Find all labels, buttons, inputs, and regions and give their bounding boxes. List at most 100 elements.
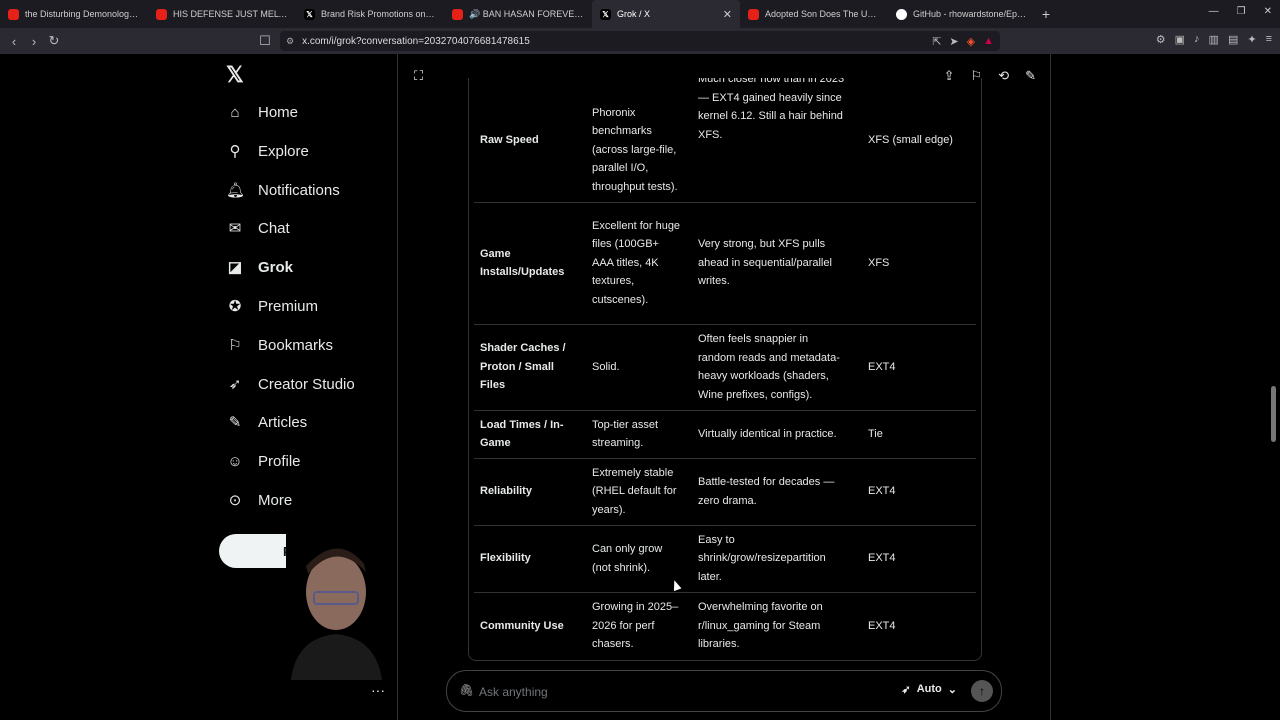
x-logo-icon[interactable]: 𝕏 bbox=[226, 62, 244, 88]
expand-icon[interactable]: ⛶ bbox=[414, 68, 423, 84]
sidebar-item-grok[interactable]: ◪ Grok bbox=[226, 251, 293, 283]
send-icon[interactable]: ➤ bbox=[949, 35, 958, 48]
sidebar-item-home[interactable]: ⌂ Home bbox=[226, 96, 298, 128]
youtube-icon bbox=[156, 8, 167, 20]
row-category: Reliability bbox=[480, 485, 532, 498]
media-icon[interactable]: ♪ bbox=[1194, 33, 1200, 46]
browser-tab[interactable]: Adopted Son Does The Unthink bbox=[740, 0, 888, 28]
window-controls: — ❐ ✕ bbox=[1209, 6, 1272, 17]
browser-tab-bar: the Disturbing Demonology Ice HIS DEFENS… bbox=[0, 0, 1280, 28]
sidebar-item-creator-studio[interactable]: ➶ Creator Studio bbox=[226, 368, 355, 400]
x-logo-icon: 𝕏 bbox=[304, 8, 315, 20]
reload-icon[interactable]: ↻ bbox=[44, 33, 64, 49]
minimize-icon[interactable]: — bbox=[1209, 6, 1219, 17]
ask-composer: 🖇︎ ➶ Auto ⌄ ↑ bbox=[446, 670, 1002, 712]
close-icon[interactable]: ✕ bbox=[723, 8, 732, 21]
table-row: Reliability Extremely stable (RHEL defau… bbox=[474, 458, 976, 526]
row-category: Game Installs/Updates bbox=[480, 247, 565, 279]
row-category: Community Use bbox=[480, 619, 564, 632]
ask-input[interactable] bbox=[477, 682, 861, 702]
maximize-icon[interactable]: ❐ bbox=[1237, 6, 1246, 17]
home-icon: ⌂ bbox=[230, 103, 240, 121]
back-icon[interactable]: ‹ bbox=[4, 34, 24, 49]
sidebar-item-profile[interactable]: ☺ Profile bbox=[226, 445, 300, 477]
row-winner: EXT4 bbox=[868, 552, 896, 565]
brave-shield-icon[interactable]: ◈ bbox=[967, 35, 975, 48]
new-chat-icon[interactable]: ✎ bbox=[1025, 68, 1036, 84]
arrow-up-icon: ↑ bbox=[979, 684, 985, 698]
row-winner: EXT4 bbox=[868, 485, 896, 498]
row-ext4: Easy to shrink/grow/resizepartition late… bbox=[698, 533, 826, 583]
attach-icon[interactable]: 🖇︎ bbox=[459, 683, 474, 697]
site-info-icon[interactable]: ⚙ bbox=[286, 36, 294, 47]
sidebar-item-chat[interactable]: ✉ Chat bbox=[226, 212, 290, 244]
row-category: Flexibility bbox=[480, 552, 531, 565]
extensions-bar: ⚙ ▣ ♪ ▥ ▤ ✦ ≡ bbox=[1156, 33, 1272, 46]
sidebar-toggle-icon[interactable]: ▥ bbox=[1209, 33, 1219, 46]
browser-tab[interactable]: 𝕏Brand Risk Promotions on X: "G bbox=[296, 0, 444, 28]
left-sidebar: 𝕏 ⌂ Home ⚲ Explore 🔔︎ Notifications ✉ Chat ◪… bbox=[216, 54, 396, 720]
bookmark-page-icon[interactable]: ☐ bbox=[255, 33, 275, 49]
extension-icon[interactable]: ⚙ bbox=[1156, 33, 1166, 46]
article-icon: ✎ bbox=[228, 414, 242, 431]
sidebar-item-notifications[interactable]: 🔔︎ Notifications bbox=[226, 174, 340, 206]
brave-rewards-icon[interactable]: ▲ bbox=[983, 35, 994, 48]
leo-icon[interactable]: ✦ bbox=[1247, 33, 1256, 46]
row-ext4: Often feels snappier in random reads and… bbox=[698, 333, 840, 401]
menu-icon[interactable]: ≡ bbox=[1266, 33, 1272, 46]
row-xfs: Can only grow (not shrink). bbox=[592, 543, 663, 574]
more-icon: ⊙ bbox=[228, 492, 242, 509]
row-ext4: Battle-tested for decades — zero drama. bbox=[698, 476, 835, 507]
browser-tab[interactable]: 🔊 BAN HASAN FOREVER FOR TI bbox=[444, 0, 592, 28]
rocket-icon: ➶ bbox=[228, 376, 242, 393]
browser-tab-active[interactable]: 𝕏 Grok / X ✕ bbox=[592, 0, 740, 28]
navigation-bar: ‹ › ↻ ☐ ⚙ x.com/i/grok?conversation=2032… bbox=[0, 28, 1280, 54]
row-xfs: Top-tier asset streaming. bbox=[592, 418, 659, 450]
row-ext4: Very strong, but XFS pulls ahead in sequ… bbox=[698, 238, 832, 288]
sidebar-item-bookmarks[interactable]: ⚐ Bookmarks bbox=[226, 329, 333, 361]
x-logo-icon: 𝕏 bbox=[600, 8, 611, 20]
row-ext4: Virtually identical in practice. bbox=[698, 427, 837, 440]
url-bar[interactable]: ⚙ x.com/i/grok?conversation=203270407668… bbox=[280, 31, 1000, 51]
row-category: Load Times / In-Game bbox=[480, 418, 564, 450]
row-xfs: Excellent for huge files (100GB+ AAA tit… bbox=[592, 219, 681, 306]
table-row: Load Times / In-Game Top-tier asset stre… bbox=[474, 410, 976, 459]
share-icon[interactable]: ⇱ bbox=[932, 35, 941, 48]
row-ext4: Much closer now than in 2023 — EXT4 gain… bbox=[698, 78, 845, 141]
row-ext4: Overwhelming favorite on r/linux_gaming … bbox=[698, 601, 823, 651]
rocket-icon: ➶ bbox=[901, 684, 911, 696]
browser-tab[interactable]: the Disturbing Demonology Ice bbox=[0, 0, 148, 28]
close-window-icon[interactable]: ✕ bbox=[1264, 6, 1272, 17]
new-tab-button[interactable]: + bbox=[1036, 6, 1056, 22]
mode-label: Auto bbox=[916, 683, 942, 695]
mode-selector[interactable]: ➶ Auto ⌄ bbox=[902, 683, 957, 696]
grok-main: ⛶ ⇪ ⚐ ⟲ ✎ Raw Speed Phoronix benchmarks … bbox=[397, 54, 1051, 720]
bell-icon: 🔔︎ bbox=[226, 182, 246, 199]
comparison-table: Raw Speed Phoronix benchmarks (across la… bbox=[468, 78, 982, 661]
send-button[interactable]: ↑ bbox=[971, 680, 993, 702]
forward-icon[interactable]: › bbox=[24, 34, 44, 49]
row-xfs: Solid. bbox=[592, 360, 620, 373]
sidebar-item-premium[interactable]: ✪ Premium bbox=[226, 290, 318, 322]
table-row: Flexibility Can only grow (not shrink). … bbox=[474, 525, 976, 593]
browser-tab[interactable]: GitHub - rhowardstone/Epstein bbox=[888, 0, 1036, 28]
sidebar-item-articles[interactable]: ✎ Articles bbox=[226, 406, 307, 438]
sidebar-item-explore[interactable]: ⚲ Explore bbox=[226, 135, 309, 167]
page-scrollbar[interactable] bbox=[1271, 386, 1276, 442]
grok-icon: ◪ bbox=[227, 259, 243, 276]
row-category: Raw Speed bbox=[480, 133, 539, 146]
row-winner: EXT4 bbox=[868, 360, 896, 373]
table-row: Raw Speed Phoronix benchmarks (across la… bbox=[474, 78, 976, 203]
youtube-icon bbox=[748, 8, 759, 20]
sidebar-item-more[interactable]: ⊙ More bbox=[226, 484, 292, 516]
account-more-icon[interactable]: ··· bbox=[371, 682, 385, 698]
wallet-icon[interactable]: ▤ bbox=[1228, 33, 1238, 46]
history-icon[interactable]: ⟲ bbox=[998, 68, 1009, 84]
premium-icon: ✪ bbox=[228, 298, 242, 315]
row-winner: XFS (small edge) bbox=[868, 133, 953, 146]
row-winner: Tie bbox=[868, 427, 883, 440]
browser-tab[interactable]: HIS DEFENSE JUST MELTED DOW bbox=[148, 0, 296, 28]
extension-icon[interactable]: ▣ bbox=[1175, 33, 1185, 46]
search-icon: ⚲ bbox=[229, 143, 241, 160]
url-text: x.com/i/grok?conversation=20327040766814… bbox=[302, 35, 530, 47]
